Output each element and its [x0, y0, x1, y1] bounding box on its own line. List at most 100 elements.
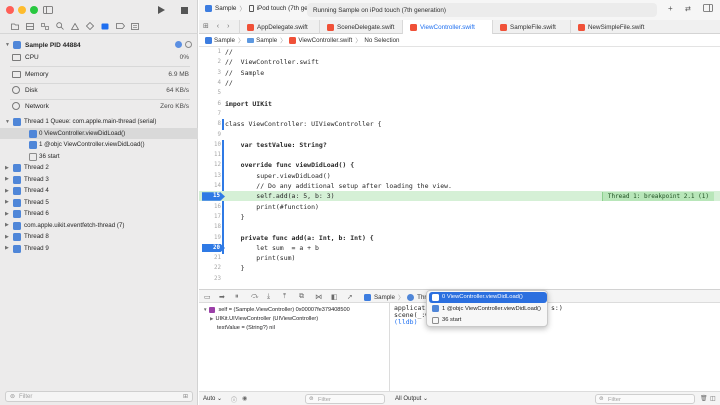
- hide-debug-area-icon[interactable]: ▭: [204, 293, 211, 301]
- test-navigator-tab-icon[interactable]: [85, 21, 95, 31]
- code-text: // Sample: [225, 68, 265, 77]
- tab-viewcontroller[interactable]: ViewController.swift: [402, 20, 492, 34]
- console-output-selector[interactable]: All Output ⌄: [395, 395, 428, 402]
- gauge-cpu[interactable]: CPU 0%: [0, 50, 198, 64]
- stop-icon[interactable]: [178, 4, 190, 16]
- thread-row[interactable]: ▶ Thread 4: [0, 185, 198, 197]
- zoom-window-button[interactable]: [30, 6, 38, 14]
- jump-bar: Sample 〉 Sample 〉 ViewController.swift 〉…: [199, 34, 720, 47]
- auto-scope-selector[interactable]: Auto ⌄: [203, 395, 222, 402]
- debug-navigator-tab-icon[interactable]: [100, 21, 110, 31]
- gauge-disk[interactable]: Disk 64 KB/s: [0, 83, 198, 97]
- source-editor[interactable]: 1// 2// ViewController.swift 3// Sample …: [199, 47, 720, 288]
- popup-item-label: 1 @objc ViewController.viewDidLoad(): [442, 305, 541, 312]
- console-filter-field[interactable]: ⊜ Filter: [595, 394, 695, 404]
- info-icon[interactable]: ⓘ: [231, 395, 237, 404]
- navigator-tab-bar: [0, 19, 198, 34]
- split-view-icon[interactable]: ◫: [710, 395, 716, 402]
- jump-project[interactable]: Sample: [205, 36, 235, 44]
- thread-row[interactable]: ▶ Thread 6: [0, 208, 198, 220]
- memory-graph-icon[interactable]: ⋈: [315, 293, 322, 301]
- pause-icon[interactable]: ⏸: [235, 293, 239, 301]
- minimize-window-button[interactable]: [18, 6, 26, 14]
- code-line: 4//: [199, 78, 720, 88]
- tab-newsimplefile[interactable]: NewSimpleFile.swift: [570, 20, 720, 34]
- activity-status: Running Sample on iPod touch (7th genera…: [307, 3, 657, 17]
- popup-item-frame-0[interactable]: 0 ViewController.viewDidLoad(): [429, 292, 547, 303]
- add-icon[interactable]: +: [668, 4, 673, 13]
- sidebar-toggle-icon[interactable]: [42, 4, 54, 16]
- trash-icon[interactable]: 🗑: [700, 395, 708, 402]
- view-debugger-icon[interactable]: ⧉: [299, 293, 304, 301]
- environment-overrides-icon[interactable]: ◧: [331, 293, 338, 301]
- disclosure-closed-icon[interactable]: ▶: [5, 188, 9, 194]
- code-text: super.viewDidLoad(): [225, 171, 331, 180]
- variable-row[interactable]: testValue = (String?) nil: [217, 323, 275, 332]
- thread-row[interactable]: ▶ Thread 2: [0, 162, 198, 174]
- find-navigator-tab-icon[interactable]: [55, 21, 65, 31]
- disclosure-closed-icon[interactable]: ▶: [5, 245, 9, 251]
- step-over-icon[interactable]: ⤼: [251, 293, 258, 301]
- stack-frame-row[interactable]: 36 start: [0, 151, 198, 163]
- step-out-icon[interactable]: ⤒: [283, 293, 286, 301]
- project-navigator-tab-icon[interactable]: [10, 21, 20, 31]
- disclosure-open-icon[interactable]: ▼: [203, 307, 207, 312]
- jump-group[interactable]: Sample: [247, 37, 277, 44]
- variables-view[interactable]: ▼ self = (Sample.ViewController) 0x00007…: [199, 303, 390, 391]
- thread-row[interactable]: ▶ Thread 8: [0, 231, 198, 243]
- navigator-filter-field[interactable]: ⊜ Filter ⊞: [5, 391, 193, 402]
- inspector-icon[interactable]: [703, 4, 713, 14]
- disclosure-closed-icon[interactable]: ▶: [5, 199, 9, 205]
- thread-row[interactable]: ▼ Thread 1 Queue: com.apple.main-thread …: [0, 116, 198, 128]
- filter-icon: ⊜: [10, 394, 16, 400]
- disclosure-closed-icon[interactable]: ▶: [210, 316, 213, 322]
- disclosure-closed-icon[interactable]: ▶: [5, 234, 9, 240]
- filter-options-icon[interactable]: ⊞: [183, 393, 188, 400]
- stack-frame-row[interactable]: 1 @objc ViewController.viewDidLoad(): [0, 139, 198, 151]
- thread-row[interactable]: ▶ com.apple.uikit.eventfetch-thread (7): [0, 220, 198, 232]
- source-control-tab-icon[interactable]: [25, 21, 35, 31]
- breakpoints-toggle-icon[interactable]: ➡: [219, 293, 225, 301]
- report-navigator-tab-icon[interactable]: [130, 21, 140, 31]
- tab-scenedelegate[interactable]: SceneDelegate.swift: [319, 20, 402, 34]
- symbol-navigator-tab-icon[interactable]: [40, 21, 50, 31]
- thread-row[interactable]: ▶ Thread 3: [0, 174, 198, 186]
- breakpoint-navigator-tab-icon[interactable]: [115, 21, 125, 31]
- disclosure-open-icon[interactable]: ▼: [5, 42, 10, 48]
- line-number: 2: [217, 59, 222, 66]
- gauge-memory[interactable]: Memory 6.9 MB: [0, 67, 198, 81]
- system-frame-icon: [29, 152, 37, 161]
- process-options-icon[interactable]: [185, 41, 192, 48]
- stack-frame-row[interactable]: 0 ViewController.viewDidLoad(): [0, 127, 198, 139]
- disclosure-closed-icon[interactable]: ▶: [5, 211, 9, 217]
- thread-row[interactable]: ▶ Thread 5: [0, 197, 198, 209]
- quick-look-icon[interactable]: ◉: [242, 395, 247, 402]
- tab-appdelegate[interactable]: AppDelegate.swift: [239, 20, 319, 34]
- gauge-value: 64 KB/s: [166, 86, 189, 94]
- disclosure-open-icon[interactable]: ▼: [5, 119, 10, 125]
- popup-item-frame-36[interactable]: 36 start: [429, 315, 547, 326]
- disclosure-closed-icon[interactable]: ▶: [5, 165, 9, 171]
- disclosure-closed-icon[interactable]: ▶: [5, 176, 9, 182]
- popup-item-frame-1[interactable]: 1 @objc ViewController.viewDidLoad(): [429, 304, 547, 315]
- code-text: print(#function): [225, 202, 319, 211]
- close-window-button[interactable]: [6, 6, 14, 14]
- thread-row[interactable]: ▶ Thread 9: [0, 243, 198, 255]
- disclosure-closed-icon[interactable]: ▶: [5, 222, 9, 228]
- jump-selection[interactable]: No Selection: [364, 37, 399, 44]
- jump-file[interactable]: ViewController.swift: [289, 36, 352, 44]
- process-status-icon[interactable]: [175, 41, 182, 48]
- run-icon[interactable]: [155, 4, 167, 16]
- tab-label: SampleFile.swift: [510, 23, 556, 31]
- gauge-network[interactable]: Network Zero KB/s: [0, 99, 198, 113]
- variables-filter-field[interactable]: ⊜ Filter: [305, 394, 385, 404]
- variable-row[interactable]: ▶ UIKit.UIViewController (UIViewControll…: [210, 314, 318, 323]
- issue-navigator-tab-icon[interactable]: [70, 21, 80, 31]
- navigation-arrows-icon[interactable]: ⊞ ‹ ›: [203, 22, 232, 30]
- location-icon[interactable]: ➚: [347, 293, 353, 301]
- variable-row[interactable]: ▼ self = (Sample.ViewController) 0x00007…: [203, 305, 350, 314]
- inspector-toggle-icon[interactable]: ⇄: [685, 5, 691, 13]
- step-into-icon[interactable]: ⤓: [267, 293, 270, 301]
- tab-samplefile[interactable]: SampleFile.swift: [492, 20, 570, 34]
- gauge-value: Zero KB/s: [160, 102, 189, 110]
